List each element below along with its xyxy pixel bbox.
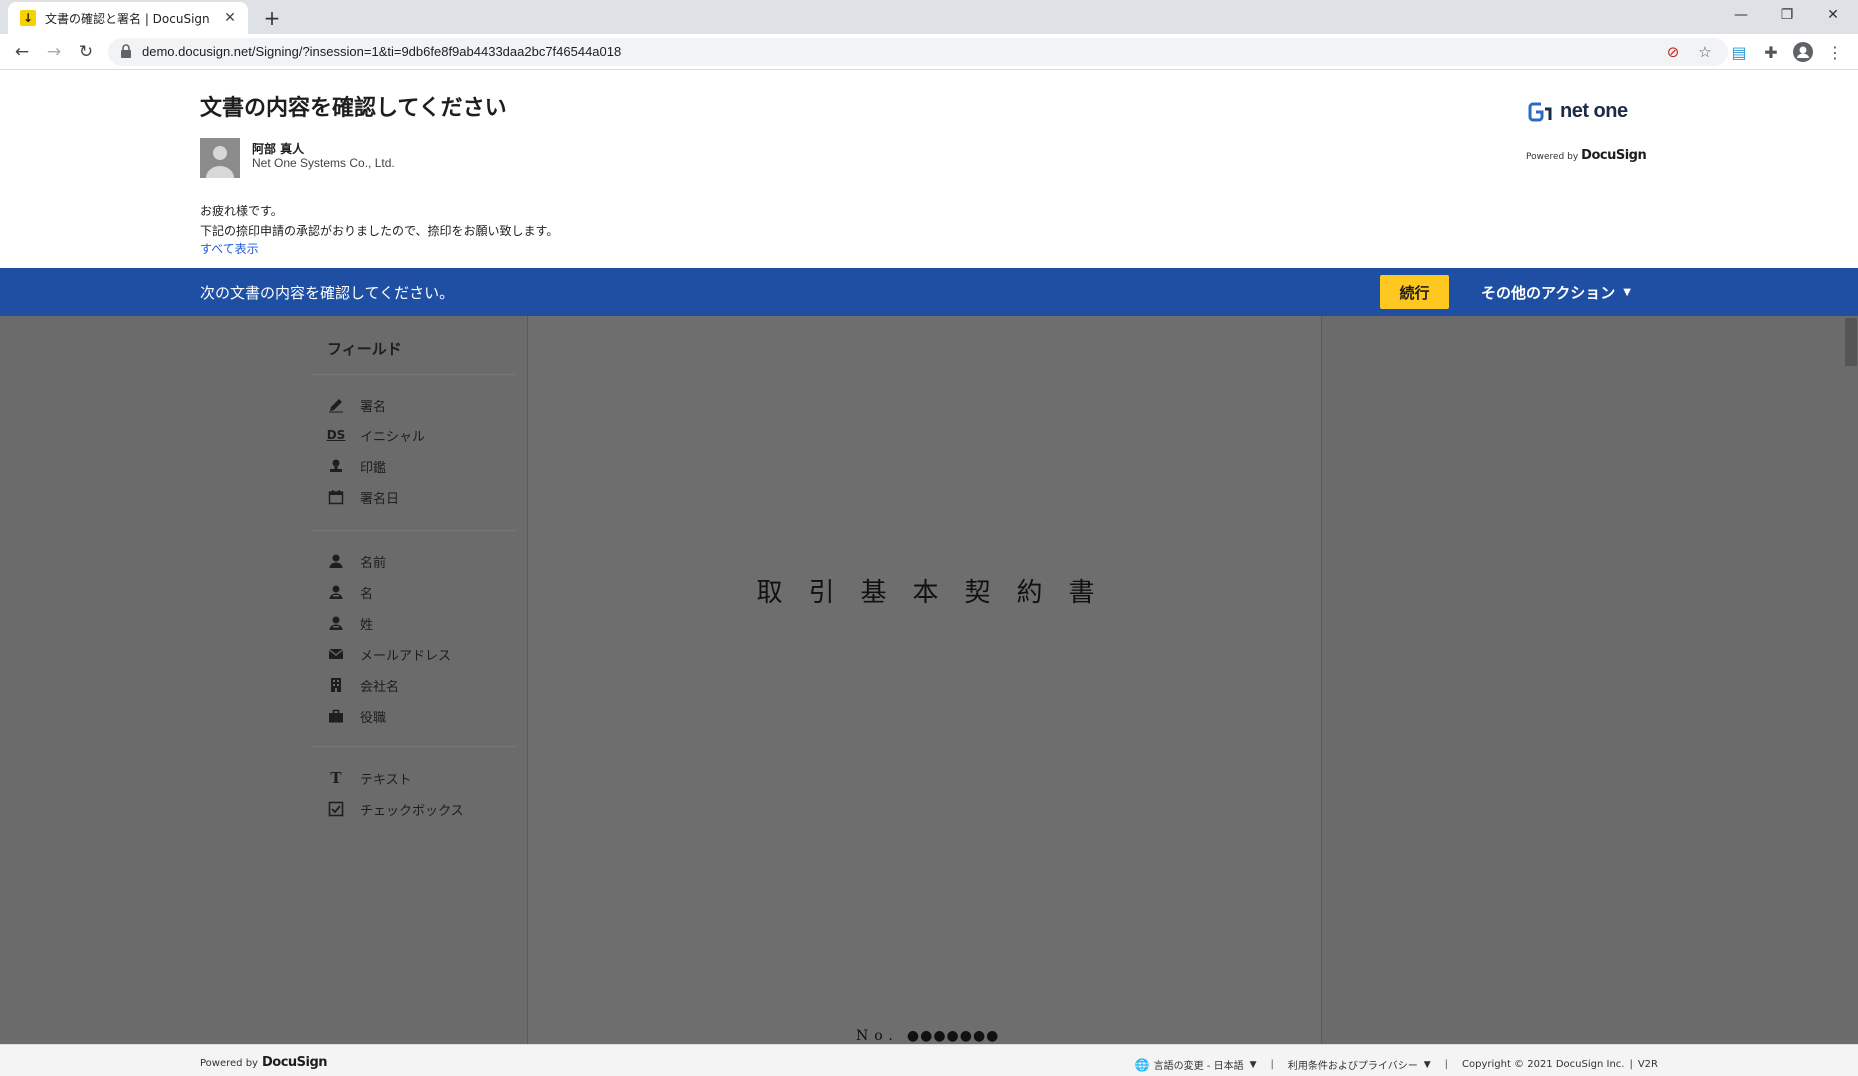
person-icon: [327, 614, 345, 632]
menu-kebab-icon[interactable]: ⋮: [1824, 41, 1846, 63]
caret-down-icon: ▼: [1249, 1059, 1257, 1070]
text-icon: T: [330, 769, 342, 787]
field-initials[interactable]: DS イニシャル: [327, 424, 425, 446]
powered-by-docusign: Powered by DocuSign: [1526, 148, 1647, 163]
browser-tabbar: ↓ 文書の確認と署名 | DocuSign ✕ + — ❐ ✕: [0, 0, 1858, 34]
signing-workspace: フィールド 署名 DS イニシャル 印鑑 署名日 名前 名 姓 メールアドレス …: [0, 316, 1858, 1044]
version-label: V2R: [1637, 1059, 1658, 1070]
field-last-name[interactable]: 姓: [327, 612, 373, 634]
globe-icon: 🌐: [1134, 1057, 1150, 1072]
forward-button[interactable]: →: [42, 40, 66, 64]
person-icon: [327, 583, 345, 601]
other-actions-label: その他のアクション: [1481, 284, 1616, 302]
field-stamp[interactable]: 印鑑: [327, 455, 386, 477]
field-date-signed[interactable]: 署名日: [327, 486, 399, 508]
language-selector[interactable]: 言語の変更 - 日本語: [1154, 1057, 1244, 1072]
masked-number: ●●●●●●●: [906, 1028, 1000, 1044]
profile-icon[interactable]: [1792, 41, 1814, 63]
bookmark-star-icon[interactable]: ☆: [1696, 43, 1714, 61]
netone-logo-icon: [1528, 102, 1552, 121]
message-line-2: 下記の捺印申請の承認がおりましたので、捺印をお願い致します。: [200, 224, 559, 238]
sender-company: Net One Systems Co., Ltd.: [252, 156, 395, 170]
window-close-button[interactable]: ✕: [1810, 0, 1856, 30]
field-checkbox[interactable]: チェックボックス: [327, 798, 464, 820]
divider: [312, 746, 516, 747]
signing-header: 文書の内容を確認してください 阿部 真人 Net One Systems Co.…: [0, 70, 1858, 268]
field-company[interactable]: 会社名: [327, 674, 399, 696]
tab-title: 文書の確認と署名 | DocuSign: [45, 11, 210, 26]
url-text: demo.docusign.net/Signing/?insession=1&t…: [142, 44, 622, 59]
fields-title: フィールド: [327, 340, 402, 358]
document-page[interactable]: 取引基本契約書 No. ●●●●●●●: [527, 316, 1322, 1044]
field-first-name[interactable]: 名: [327, 581, 373, 603]
divider: [312, 374, 516, 375]
page-title: 文書の内容を確認してください: [200, 96, 507, 121]
pen-icon: [327, 396, 345, 414]
fields-panel: フィールド 署名 DS イニシャル 印鑑 署名日 名前 名 姓 メールアドレス …: [312, 316, 528, 1044]
brand-name: net one: [1560, 100, 1628, 122]
docusign-wordmark: DocuSign: [261, 1055, 328, 1070]
page-footer: Powered by DocuSign 🌐 言語の変更 - 日本語 ▼ | 利用…: [0, 1044, 1858, 1076]
field-email[interactable]: メールアドレス: [327, 643, 451, 665]
divider: [312, 530, 516, 531]
blocked-icon[interactable]: ⊘: [1664, 43, 1682, 61]
show-all-link[interactable]: すべて表示: [200, 240, 259, 257]
field-text[interactable]: T テキスト: [327, 767, 411, 789]
puzzle-icon[interactable]: ✚: [1760, 41, 1782, 63]
checkbox-icon: [327, 800, 345, 818]
back-button[interactable]: ←: [10, 40, 34, 64]
reload-button[interactable]: ↻: [74, 40, 98, 64]
brand-logo: net one: [1528, 100, 1628, 123]
new-tab-button[interactable]: +: [260, 6, 284, 30]
address-bar[interactable]: demo.docusign.net/Signing/?insession=1&t…: [108, 38, 1728, 66]
person-icon: [327, 552, 345, 570]
field-full-name[interactable]: 名前: [327, 550, 386, 572]
powered-by-docusign-footer: Powered by DocuSign: [200, 1055, 328, 1070]
scrollbar-thumb[interactable]: [1845, 318, 1857, 366]
other-actions-menu[interactable]: その他のアクション ▼: [1481, 282, 1631, 303]
avatar: [200, 138, 240, 178]
action-message: 次の文書の内容を確認してください。: [200, 284, 455, 302]
calendar-icon: [327, 488, 345, 506]
building-icon: [327, 676, 345, 694]
copyright: Copyright © 2021 DocuSign Inc.: [1462, 1059, 1625, 1070]
field-signature[interactable]: 署名: [327, 394, 386, 416]
powered-by-label: Powered by: [1526, 152, 1579, 162]
powered-by-label: Powered by: [200, 1058, 258, 1069]
browser-tab[interactable]: ↓ 文書の確認と署名 | DocuSign ✕: [8, 2, 248, 34]
close-tab-icon[interactable]: ✕: [222, 10, 238, 26]
initials-icon: DS: [326, 428, 346, 442]
field-title[interactable]: 役職: [327, 705, 386, 727]
stamp-icon: [327, 457, 345, 475]
footer-links: 🌐 言語の変更 - 日本語 ▼ | 利用条件およびプライバシー ▼ | Copy…: [1134, 1057, 1658, 1073]
continue-button[interactable]: 続行: [1380, 275, 1449, 309]
lock-icon: [121, 44, 131, 58]
browser-toolbar: ← → ↻ demo.docusign.net/Signing/?insessi…: [0, 34, 1858, 70]
envelope-icon: [327, 645, 345, 663]
caret-down-icon: ▼: [1423, 1059, 1431, 1070]
download-icon: ↓: [20, 10, 36, 26]
scrollbar[interactable]: [1842, 316, 1858, 1044]
action-bar: 次の文書の内容を確認してください。 続行 その他のアクション ▼: [0, 268, 1858, 316]
restore-button[interactable]: ❐: [1764, 0, 1810, 30]
message-line-1: お疲れ様です。: [200, 204, 283, 218]
terms-privacy-link[interactable]: 利用条件およびプライバシー: [1288, 1057, 1418, 1072]
extension-icon[interactable]: ▤: [1728, 41, 1750, 63]
document-number: No. ●●●●●●●: [856, 1028, 1000, 1044]
briefcase-icon: [327, 707, 345, 725]
document-title: 取引基本契約書: [756, 578, 1121, 608]
caret-down-icon: ▼: [1623, 287, 1631, 298]
docusign-wordmark: DocuSign: [1581, 148, 1647, 163]
minimize-button[interactable]: —: [1718, 0, 1764, 30]
sender-name: 阿部 真人: [252, 142, 305, 156]
